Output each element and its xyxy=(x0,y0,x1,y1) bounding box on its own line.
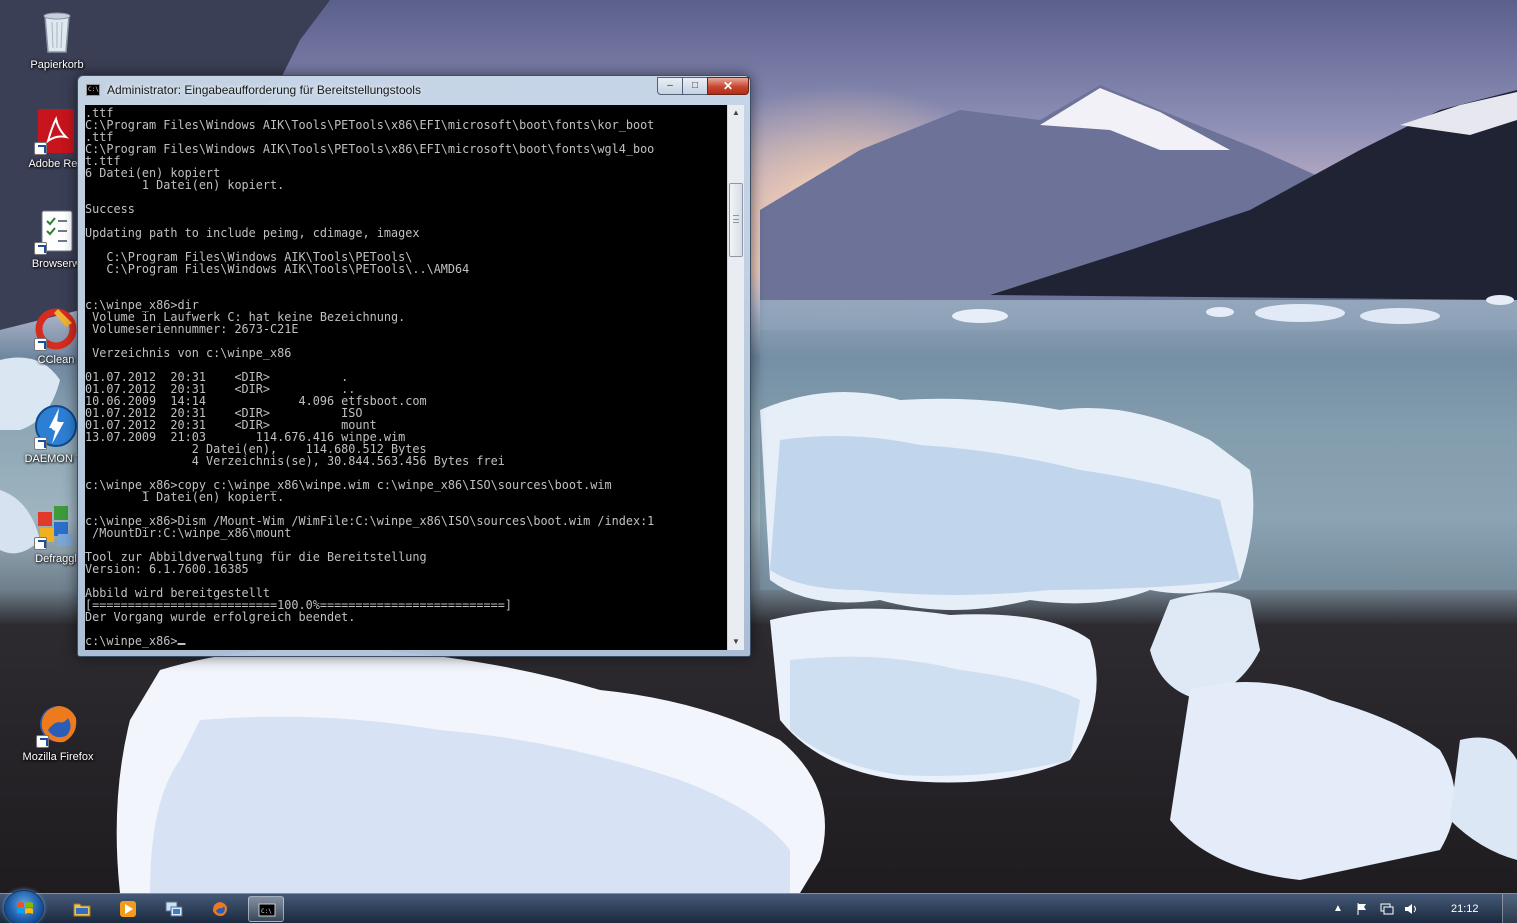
cmd-window[interactable]: C:\ Administrator: Eingabeaufforderung f… xyxy=(77,75,751,657)
show-desktop-button[interactable] xyxy=(1502,894,1517,923)
taskbar: C:\ ▲ 21:12 xyxy=(0,890,1517,923)
console-line: 1 Datei(en) kopiert. xyxy=(85,178,285,192)
shortcut-arrow-icon xyxy=(34,537,47,550)
console-prompt-line: c:\winpe_x86> xyxy=(85,635,717,647)
desktop-icon-label: Mozilla Firefox xyxy=(22,751,94,763)
shortcut-arrow-icon xyxy=(36,735,49,748)
defraggler-icon xyxy=(32,502,80,550)
start-button[interactable] xyxy=(4,890,44,923)
firefox-icon xyxy=(213,902,227,916)
console-line: Der Vorgang wurde erfolgreich beendet. xyxy=(85,610,356,624)
taskbar-clock[interactable]: 21:12 xyxy=(1451,903,1479,915)
browser-choice-icon xyxy=(32,207,80,255)
console-text: .ttf C:\Program Files\Windows AIK\Tools\P… xyxy=(85,107,717,647)
console-line: C:\Program Files\Windows AIK\Tools\PEToo… xyxy=(85,142,655,156)
desktop-icon-label: Papierkorb xyxy=(30,59,84,71)
console-line: Updating path to include peimg, cdimage,… xyxy=(85,226,420,240)
scroll-thumb[interactable] xyxy=(729,183,743,257)
grip-icon xyxy=(733,215,739,223)
cmd-icon: C:\ xyxy=(258,903,276,917)
vertical-scrollbar[interactable]: ▲ ▼ xyxy=(727,105,744,650)
maximize-button[interactable]: □ xyxy=(682,77,708,95)
scroll-down-arrow-icon[interactable]: ▼ xyxy=(728,634,744,650)
desktop-icon-firefox[interactable]: Mozilla Firefox xyxy=(16,700,100,764)
taskbar-firefox-button[interactable] xyxy=(202,896,238,922)
cmd-icon[interactable]: C:\ xyxy=(86,84,100,96)
svg-text:C:\: C:\ xyxy=(261,908,272,915)
shortcut-arrow-icon xyxy=(34,437,47,450)
console-line: 4 Verzeichnis(se), 30.844.563.456 Bytes … xyxy=(85,454,505,468)
taskbar-network-button[interactable] xyxy=(156,896,192,922)
taskbar-cmd-button[interactable]: C:\ xyxy=(248,896,284,922)
taskbar-media-player-button[interactable] xyxy=(110,896,146,922)
ccleaner-icon xyxy=(32,303,80,351)
windows-logo-icon xyxy=(17,902,33,914)
window-title: Administrator: Eingabeaufforderung für B… xyxy=(107,83,421,97)
taskbar-explorer-button[interactable] xyxy=(64,896,100,922)
window-title-bar[interactable]: C:\ Administrator: Eingabeaufforderung f… xyxy=(78,76,750,104)
console-line: /MountDir:C:\winpe_x86\mount xyxy=(85,526,292,540)
console-line: Success xyxy=(85,202,135,216)
network-icon xyxy=(165,901,183,917)
daemon-tools-icon xyxy=(32,402,80,450)
console-prompt: c:\winpe_x86> xyxy=(85,634,178,648)
action-center-flag-icon[interactable] xyxy=(1355,902,1369,916)
media-player-icon xyxy=(120,901,136,917)
firefox-icon xyxy=(34,700,82,748)
volume-icon[interactable] xyxy=(1404,902,1418,916)
recycle-bin-icon xyxy=(33,8,81,56)
shortcut-arrow-icon xyxy=(34,142,47,155)
shortcut-arrow-icon xyxy=(34,242,47,255)
folder-icon xyxy=(73,903,91,917)
network-status-icon[interactable] xyxy=(1380,902,1394,916)
console-line: Version: 6.1.7600.16385 xyxy=(85,562,249,576)
tray-expand-icon[interactable]: ▲ xyxy=(1331,902,1345,916)
scroll-up-arrow-icon[interactable]: ▲ xyxy=(728,105,744,121)
minimize-button[interactable]: – xyxy=(657,77,683,95)
console-line: Verzeichnis von c:\winpe_x86 xyxy=(85,346,292,360)
desktop-icon-recycle-bin[interactable]: Papierkorb xyxy=(15,8,99,72)
close-button[interactable]: ✕ xyxy=(707,77,749,95)
console-output[interactable]: .ttf C:\Program Files\Windows AIK\Tools\P… xyxy=(85,105,727,650)
adobe-reader-icon xyxy=(32,107,80,155)
console-line: C:\Program Files\Windows AIK\Tools\PEToo… xyxy=(85,118,655,132)
console-line: Volumeseriennummer: 2673-C21E xyxy=(85,322,299,336)
shortcut-arrow-icon xyxy=(34,338,47,351)
console-line: 1 Datei(en) kopiert. xyxy=(85,490,285,504)
text-cursor xyxy=(177,643,186,645)
console-line: C:\Program Files\Windows AIK\Tools\PEToo… xyxy=(85,262,470,276)
